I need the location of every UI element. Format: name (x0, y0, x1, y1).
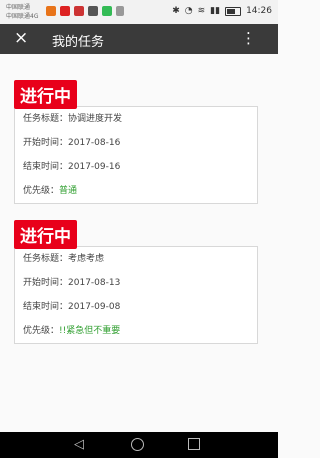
status-bar: 中国联通 中国联通4G ✱ ◔ ≋ ▮▮ 14:26 (0, 0, 278, 24)
battery-icon (225, 6, 242, 16)
notification-icons (46, 6, 124, 16)
app-notification-icon (60, 6, 70, 16)
home-nav-icon[interactable] (131, 438, 144, 451)
clock: 14:26 (246, 6, 272, 16)
start-time-value: 2017-08-16 (68, 138, 121, 148)
status-badge: 进行中 (14, 80, 77, 109)
priority-label: 优先级： (23, 186, 60, 196)
carrier-secondary: 中国联通4G (6, 13, 39, 20)
app-notification-icon (74, 6, 84, 16)
status-indicators: ✱ ◔ ≋ ▮▮ 14:26 (172, 6, 272, 16)
task-card-body[interactable]: 任务标题：协调进度开发 开始时间：2017-08-16 结束时间：2017-09… (14, 106, 258, 204)
alarm-icon: ◔ (184, 6, 193, 16)
task-title-row: 任务标题：协调进度开发 (15, 107, 257, 131)
end-time-row: 结束时间：2017-09-08 (15, 295, 257, 319)
wifi-icon: ≋ (197, 6, 206, 16)
task-title-label: 任务标题： (23, 254, 69, 264)
end-time-label: 结束时间： (23, 302, 69, 312)
start-time-value: 2017-08-13 (68, 278, 121, 288)
task-title-row: 任务标题：考虑考虑 (15, 247, 257, 271)
end-time-value: 2017-09-16 (68, 162, 121, 172)
close-icon[interactable]: × (14, 28, 28, 48)
task-title-value: 考虑考虑 (68, 254, 105, 264)
priority-label: 优先级： (23, 326, 60, 336)
start-time-label: 开始时间： (23, 278, 69, 288)
bluetooth-icon: ✱ (172, 6, 180, 16)
app-notification-icon (88, 6, 98, 16)
priority-row: 优先级：!!紧急但不重要 (15, 319, 257, 343)
app-notification-icon (102, 6, 112, 16)
end-time-value: 2017-09-08 (68, 302, 121, 312)
task-title-value: 协调进度开发 (68, 114, 123, 124)
app-notification-icon (46, 6, 56, 16)
end-time-row: 结束时间：2017-09-16 (15, 155, 257, 179)
more-icon[interactable]: ⋮ (241, 29, 256, 47)
recents-nav-icon[interactable] (188, 438, 200, 450)
priority-value: 普通 (59, 186, 78, 196)
system-nav-bar: ◁ (0, 432, 278, 458)
carrier-primary: 中国联通 (6, 4, 31, 11)
signal-icon: ▮▮ (210, 6, 221, 16)
more-notification-icon (116, 6, 124, 16)
priority-row: 优先级：普通 (15, 179, 257, 203)
page-title: 我的任务 (52, 35, 105, 50)
back-nav-icon[interactable]: ◁ (72, 438, 86, 452)
priority-value: !!紧急但不重要 (59, 326, 121, 336)
start-time-label: 开始时间： (23, 138, 69, 148)
status-badge: 进行中 (14, 220, 77, 249)
start-time-row: 开始时间：2017-08-16 (15, 131, 257, 155)
end-time-label: 结束时间： (23, 162, 69, 172)
carrier-info: 中国联通 中国联通4G (6, 3, 38, 21)
title-bar: × 我的任务 ⋮ (0, 24, 278, 54)
task-title-label: 任务标题： (23, 114, 69, 124)
task-card-body[interactable]: 任务标题：考虑考虑 开始时间：2017-08-13 结束时间：2017-09-0… (14, 246, 258, 344)
start-time-row: 开始时间：2017-08-13 (15, 271, 257, 295)
